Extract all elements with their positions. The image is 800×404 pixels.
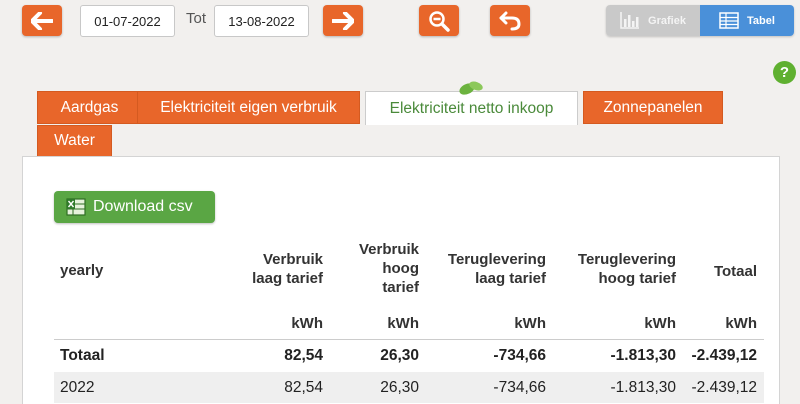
tab-water[interactable]: Water xyxy=(37,125,112,157)
cell-value: 82,54 xyxy=(284,347,323,364)
col-header-totaal: Totaal xyxy=(690,262,757,281)
undo-button[interactable] xyxy=(490,5,530,36)
cell-value: 82,54 xyxy=(284,379,323,396)
row-label: 2022 xyxy=(60,379,95,396)
cell-value: 26,30 xyxy=(380,347,419,364)
table-icon xyxy=(719,12,739,29)
col-header-line: Verbruik xyxy=(262,251,323,268)
arrow-left-icon xyxy=(31,11,53,30)
cell-value: -734,66 xyxy=(493,347,546,364)
unit-label: kWh xyxy=(725,315,757,332)
leaf-icon xyxy=(459,81,483,95)
cell-value: 26,30 xyxy=(380,379,419,396)
unit-label: kWh xyxy=(291,315,323,332)
tab-label: Elektriciteit netto inkoop xyxy=(389,99,554,117)
zoom-out-button[interactable] xyxy=(419,5,459,36)
cell-value: -2.439,12 xyxy=(691,379,758,396)
col-header-line: Totaal xyxy=(713,263,757,280)
tab-elektriciteit-netto-inkoop[interactable]: Elektriciteit netto inkoop xyxy=(365,91,578,125)
tab-label: Zonnepanelen xyxy=(603,98,703,116)
unit-label: kWh xyxy=(644,315,676,332)
next-period-button[interactable] xyxy=(323,5,363,36)
tabel-view-button[interactable]: Tabel xyxy=(700,5,794,36)
col-header-verbruik-laag: Verbruik laag tarief xyxy=(230,250,323,288)
tab-aardgas[interactable]: Aardgas xyxy=(37,91,142,124)
col-header-line: hoog xyxy=(382,260,419,277)
view-toggle: Grafiek Tabel xyxy=(606,5,794,36)
zoom-out-icon xyxy=(429,10,450,32)
download-csv-button[interactable]: Download csv xyxy=(54,191,215,223)
col-header-teruglevering-hoog: Teruglevering hoog tarief xyxy=(555,250,676,288)
tab-label: Elektriciteit eigen verbruik xyxy=(160,98,337,116)
grafiek-view-button[interactable]: Grafiek xyxy=(606,5,700,36)
col-header-line: laag tarief xyxy=(252,270,323,287)
spreadsheet-icon xyxy=(66,198,86,216)
download-csv-label: Download csv xyxy=(93,198,193,215)
tab-label: Aardgas xyxy=(60,98,119,116)
undo-icon xyxy=(499,11,521,30)
col-header-line: Teruglevering xyxy=(577,251,676,268)
tab-label: Water xyxy=(54,132,95,149)
cell-value: -1.813,30 xyxy=(610,347,677,364)
col-header-line: hoog tarief xyxy=(598,270,677,287)
cell-value: -2.439,12 xyxy=(691,347,758,364)
period-header: yearly xyxy=(60,262,104,279)
cell-value: -1.813,30 xyxy=(610,379,677,396)
date-from-field[interactable]: 01-07-2022 xyxy=(80,5,175,37)
table-row: Totaal 82,54 26,30 -734,66 -1.813,30 -2.… xyxy=(54,340,764,371)
prev-period-button[interactable] xyxy=(22,5,62,36)
arrow-right-icon xyxy=(332,11,354,30)
col-header-verbruik-hoog: Verbruik hoog tarief xyxy=(337,240,419,297)
tab-zonnepanelen[interactable]: Zonnepanelen xyxy=(583,91,723,124)
col-header-line: Verbruik xyxy=(358,241,419,258)
col-header-line: Teruglevering xyxy=(447,251,546,268)
cell-value: -734,66 xyxy=(493,379,546,396)
unit-label: kWh xyxy=(387,315,419,332)
tab-elektriciteit-eigen-verbruik[interactable]: Elektriciteit eigen verbruik xyxy=(137,91,360,124)
col-header-line: laag tarief xyxy=(475,270,546,287)
unit-label: kWh xyxy=(514,315,546,332)
bar-chart-icon xyxy=(620,12,640,29)
grafiek-label: Grafiek xyxy=(648,14,686,27)
col-header-teruglevering-laag: Teruglevering laag tarief xyxy=(425,250,546,288)
tabel-label: Tabel xyxy=(747,14,775,27)
table-row: 2022 82,54 26,30 -734,66 -1.813,30 -2.43… xyxy=(54,372,764,403)
tot-label: Tot xyxy=(186,10,207,27)
date-to-field[interactable]: 13-08-2022 xyxy=(214,5,309,37)
row-label: Totaal xyxy=(60,347,105,364)
col-header-line: tarief xyxy=(382,279,419,296)
help-button[interactable]: ? xyxy=(773,61,796,84)
